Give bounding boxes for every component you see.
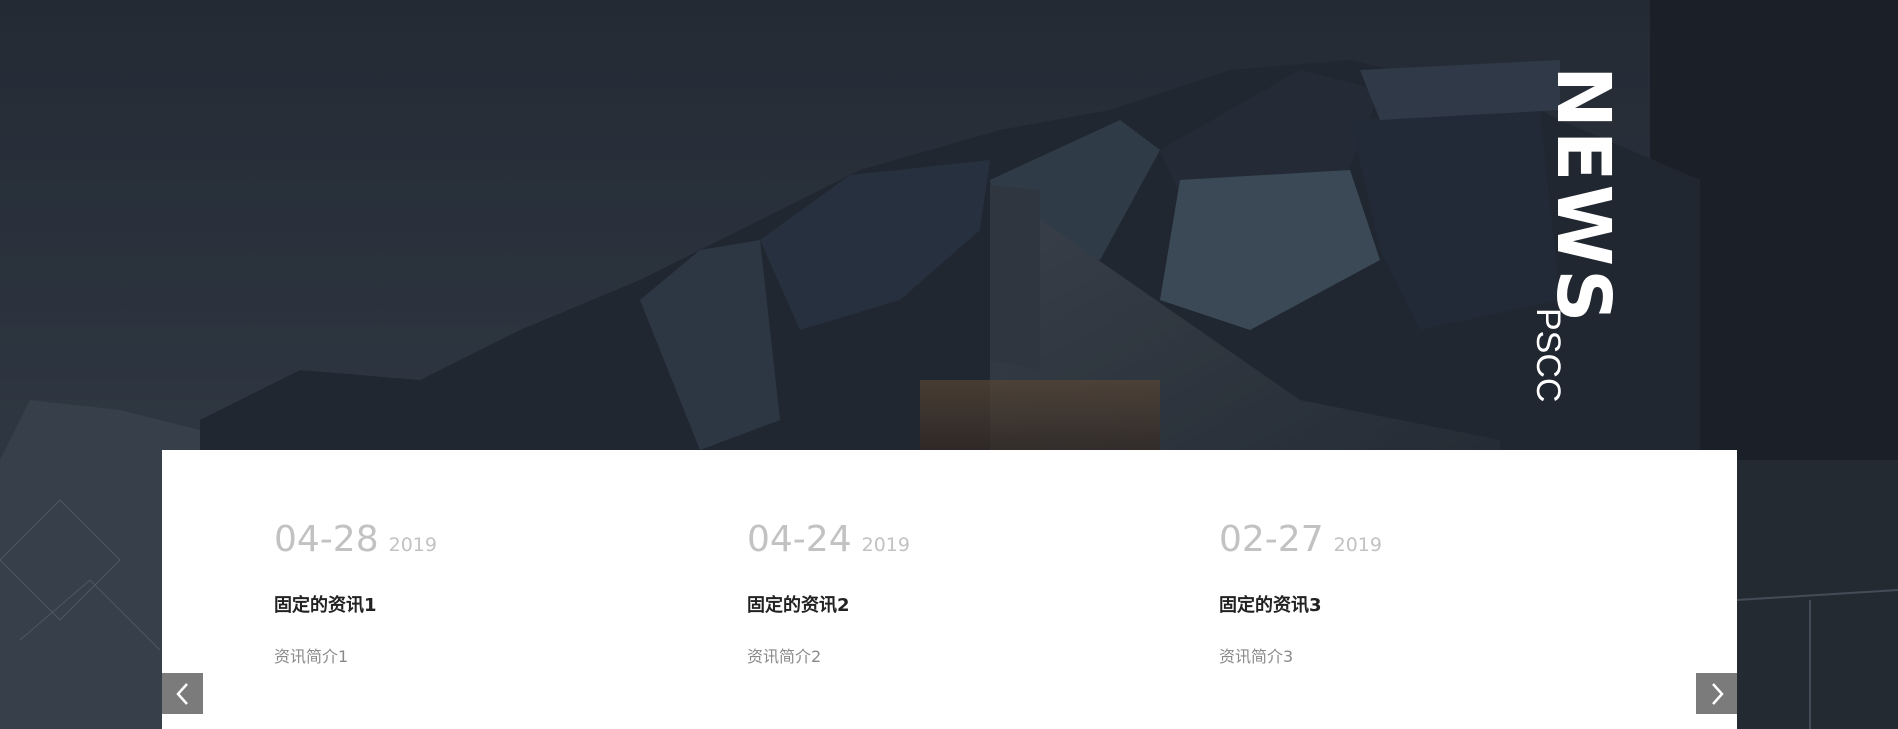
- news-title-link[interactable]: 固定的资讯3: [1219, 591, 1599, 617]
- news-title-link[interactable]: 固定的资讯1: [274, 591, 654, 617]
- chevron-left-icon: [175, 682, 188, 705]
- section-subtitle: PSCC: [1529, 308, 1567, 403]
- section-title: NEWS: [1540, 66, 1626, 326]
- news-date-year: 2019: [388, 534, 437, 556]
- news-date: 04-28 2019: [274, 522, 654, 558]
- news-card: 04-28 2019 固定的资讯1 资讯简介1 04-24 2019 固定的资讯2 …: [162, 450, 1737, 729]
- news-item[interactable]: 04-24 2019 固定的资讯2 资讯简介2: [747, 522, 1127, 667]
- news-date-day: 02-27: [1219, 519, 1324, 560]
- news-date: 02-27 2019: [1219, 522, 1599, 558]
- news-date-day: 04-28: [274, 519, 379, 560]
- news-summary: 资讯简介1: [274, 647, 349, 666]
- news-item[interactable]: 04-28 2019 固定的资讯1 资讯简介1: [274, 522, 654, 667]
- news-title-link[interactable]: 固定的资讯2: [747, 591, 1127, 617]
- news-date: 04-24 2019: [747, 522, 1127, 558]
- news-item[interactable]: 02-27 2019 固定的资讯3 资讯简介3: [1219, 522, 1599, 667]
- next-button[interactable]: [1696, 673, 1737, 714]
- chevron-right-icon: [1711, 682, 1724, 705]
- news-section: NEWS PSCC 04-28 2019 固定的资讯1 资讯简介1 04-24 20…: [0, 0, 1898, 729]
- news-summary: 资讯简介2: [747, 647, 822, 666]
- news-date-year: 2019: [1333, 534, 1382, 556]
- news-date-year: 2019: [861, 534, 910, 556]
- news-date-day: 04-24: [747, 519, 852, 560]
- prev-button[interactable]: [162, 673, 203, 714]
- news-summary: 资讯简介3: [1219, 647, 1294, 666]
